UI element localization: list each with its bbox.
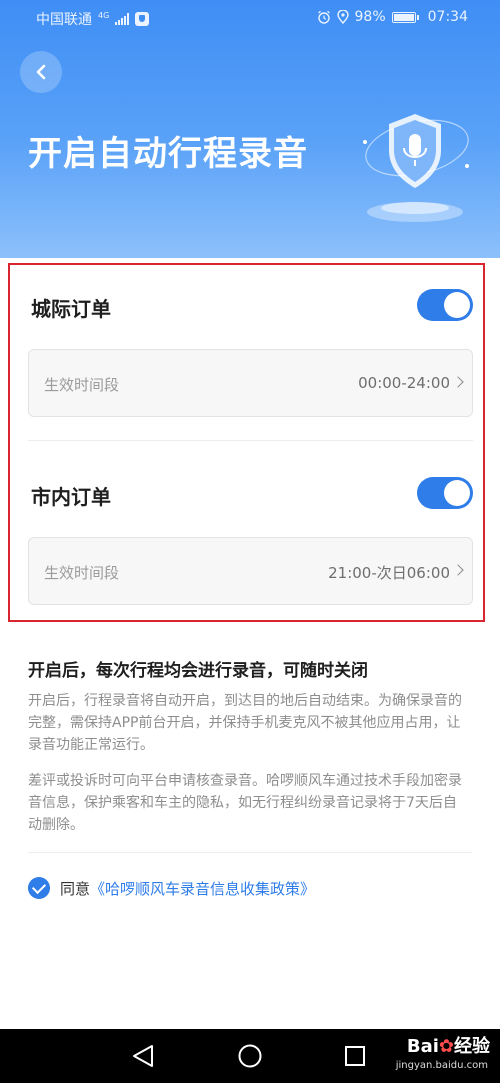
intercity-order-section: 城际订单 生效时间段 00:00-24:00	[28, 285, 473, 425]
toggle-knob	[444, 480, 470, 506]
city-time-period-row[interactable]: 生效时间段 21:00-次日06:00	[28, 537, 473, 605]
divider	[28, 852, 472, 853]
clock: 07:34	[427, 9, 468, 25]
chevron-right-icon	[452, 376, 464, 388]
back-button[interactable]	[20, 51, 62, 93]
order-settings-card: 城际订单 生效时间段 00:00-24:00 市内订单 生效时间段 21:00-…	[8, 263, 485, 622]
battery-icon	[391, 11, 419, 23]
back-arrow-icon	[36, 64, 46, 80]
watermark-url: jingyan.baidu.com	[395, 1060, 488, 1071]
header: 中国联通 4G 98% 07:34 开启自动行程录音	[0, 0, 500, 258]
city-order-title: 市内订单	[31, 485, 111, 509]
network-label: 4G	[98, 11, 110, 20]
toggle-knob	[444, 292, 470, 318]
nav-recents-button[interactable]	[326, 1029, 386, 1083]
time-period-label: 生效时间段	[44, 376, 120, 394]
watermark-brand-suffix: 经验	[454, 1036, 490, 1057]
signal-icon	[115, 13, 130, 25]
agreement-prefix: 同意	[60, 879, 91, 898]
time-period-value: 21:00-次日06:00	[328, 564, 450, 582]
location-icon	[336, 10, 349, 24]
nav-back-button[interactable]	[113, 1029, 173, 1083]
info-paragraph-2: 差评或投诉时可向平台申请核查录音。哈啰顺风车通过技术手段加密录音信息，保护乘客和…	[28, 773, 462, 833]
status-bar: 中国联通 4G 98% 07:34	[0, 0, 500, 36]
intercity-time-period-row[interactable]: 生效时间段 00:00-24:00	[28, 349, 473, 417]
agreement-row: 同意《哈啰顺风车录音信息收集政策》	[28, 877, 315, 899]
recents-square-icon	[345, 1046, 365, 1066]
info-heading: 开启后，每次行程均会进行录音，可随时关闭	[28, 661, 368, 681]
city-order-section: 市内订单 生效时间段 21:00-次日06:00	[28, 473, 473, 613]
alarm-icon	[317, 10, 330, 24]
chevron-right-icon	[452, 564, 464, 576]
microphone-shield-icon	[363, 114, 469, 222]
info-paragraph-1: 开启后，行程录音将自动开启，到达目的地后自动结束。为确保录音的完整，需保持APP…	[28, 693, 462, 753]
page-title: 开启自动行程录音	[28, 134, 308, 174]
shield-app-icon	[135, 12, 150, 26]
agreement-checkbox[interactable]	[28, 877, 50, 899]
status-right: 98% 07:34	[317, 9, 468, 25]
divider	[28, 440, 473, 441]
watermark-logo: Bai✿经验	[407, 1032, 490, 1058]
city-order-toggle[interactable]	[417, 477, 473, 509]
back-triangle-icon	[133, 1045, 153, 1067]
time-period-label: 生效时间段	[44, 564, 120, 582]
battery-percent: 98%	[354, 9, 386, 25]
time-period-value: 00:00-24:00	[358, 374, 450, 392]
home-circle-icon	[238, 1044, 262, 1068]
intercity-order-toggle[interactable]	[417, 289, 473, 321]
policy-link[interactable]: 《哈啰顺风车录音信息收集政策》	[90, 880, 315, 898]
carrier-label: 中国联通	[36, 12, 92, 28]
nav-home-button[interactable]	[220, 1029, 280, 1083]
paw-icon: ✿	[438, 1036, 454, 1057]
watermark-brand: Bai	[406, 1036, 439, 1057]
status-left: 中国联通 4G	[36, 9, 150, 29]
intercity-order-title: 城际订单	[31, 297, 111, 321]
